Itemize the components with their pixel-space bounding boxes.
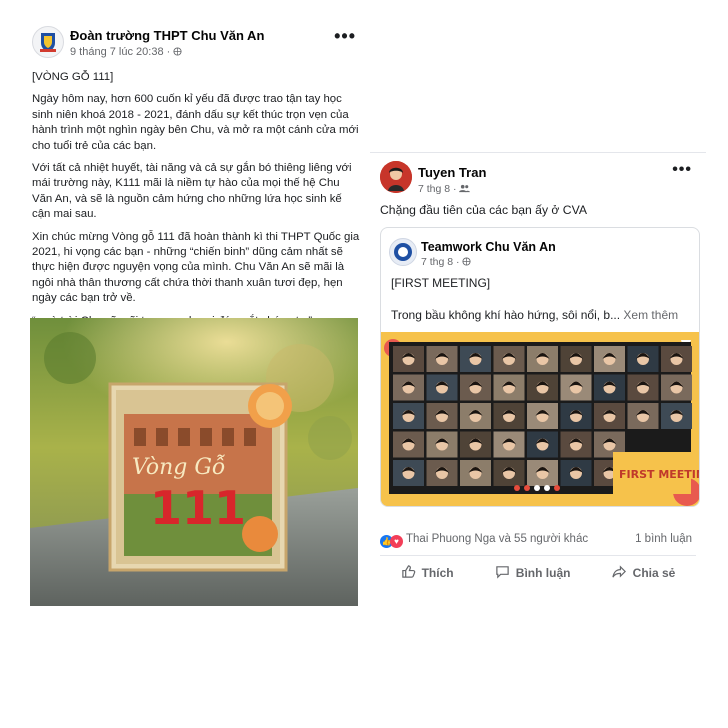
share-button[interactable]: Chia sẻ	[612, 564, 676, 582]
more-options-icon[interactable]: •••	[334, 26, 356, 47]
post-time-text: 9 tháng 7 lúc 20:38 ·	[70, 46, 174, 58]
comment-count[interactable]: 1 bình luận	[635, 533, 692, 545]
love-reaction-icon: ♥	[390, 535, 403, 548]
shared-post-time[interactable]: 7 thg 8 ·	[421, 256, 472, 268]
shared-post-line: [FIRST MEETING]	[391, 276, 491, 290]
shared-page-name[interactable]: Teamwork Chu Văn An	[421, 240, 556, 254]
post-paragraph: Với tất cả nhiệt huyết, tài năng và cả s…	[32, 162, 352, 221]
post-paragraph: [VÒNG GỖ 111]	[32, 71, 114, 83]
reaction-summary[interactable]: 👍 ♥ Thai Phuong Nga và 55 người khác	[380, 533, 588, 548]
like-label: Thích	[421, 566, 454, 580]
page-name[interactable]: Đoàn trường THPT Chu Văn An	[70, 28, 264, 43]
share-label: Chia sẻ	[632, 566, 676, 580]
yearbook-photo[interactable]: Vòng Gỗ 111	[30, 318, 358, 606]
share-icon	[612, 564, 627, 582]
more-options-icon[interactable]: •••	[672, 161, 692, 179]
left-post-card: Đoàn trường THPT Chu Văn An 9 tháng 7 lú…	[14, 12, 366, 612]
post-paragraph: Xin chúc mừng Vòng gỗ 111 đã hoàn thành …	[32, 230, 360, 305]
see-more-link[interactable]: Xem thêm	[623, 308, 678, 322]
meeting-caption-text: FIRST MEETING	[619, 468, 699, 481]
book-number-text: 111	[150, 481, 246, 535]
page-avatar[interactable]	[32, 26, 64, 58]
comment-icon	[495, 564, 510, 582]
book-title-text: Vòng Gỗ	[132, 453, 225, 480]
action-bar: Thích Bình luận Chia sẻ	[380, 555, 696, 590]
shared-post-time-text: 7 thg 8 ·	[421, 256, 463, 268]
post-caption: Chặng đầu tiên của các bạn ấy ở CVA	[380, 203, 587, 217]
shared-post[interactable]: Teamwork Chu Văn An 7 thg 8 · [FIRST MEE…	[380, 227, 700, 507]
post-time[interactable]: 9 tháng 7 lúc 20:38 ·	[70, 46, 182, 58]
globe-icon	[462, 256, 472, 268]
globe-icon	[173, 46, 182, 58]
friends-icon	[459, 183, 471, 195]
shared-post-preview: Trong bầu không khí hào hứng, sôi nổi, b…	[391, 308, 678, 322]
shared-post-text: Trong bầu không khí hào hứng, sôi nổi, b…	[391, 308, 621, 322]
post-time[interactable]: 7 thg 8 ·	[418, 183, 471, 195]
author-avatar[interactable]	[380, 161, 412, 193]
like-button[interactable]: Thích	[401, 564, 454, 582]
reactions-text: Thai Phuong Nga và 55 người khác	[406, 533, 589, 545]
meeting-screenshot[interactable]: FIRST MEETING	[381, 332, 699, 506]
comment-button[interactable]: Bình luận	[495, 564, 571, 582]
author-name[interactable]: Tuyen Tran	[418, 165, 486, 180]
comment-label: Bình luận	[515, 566, 571, 580]
like-icon	[401, 564, 416, 582]
right-post-card: Tuyen Tran 7 thg 8 · ••• Chặng đầu tiên …	[370, 152, 706, 593]
post-time-text: 7 thg 8 ·	[418, 183, 460, 195]
post-paragraph: Ngày hôm nay, hơn 600 cuốn kỉ yếu đã đượ…	[32, 93, 359, 152]
post-body: [VÒNG GỖ 111] Ngày hôm nay, hơn 600 cuốn…	[32, 70, 360, 336]
shared-page-avatar[interactable]	[389, 238, 417, 266]
